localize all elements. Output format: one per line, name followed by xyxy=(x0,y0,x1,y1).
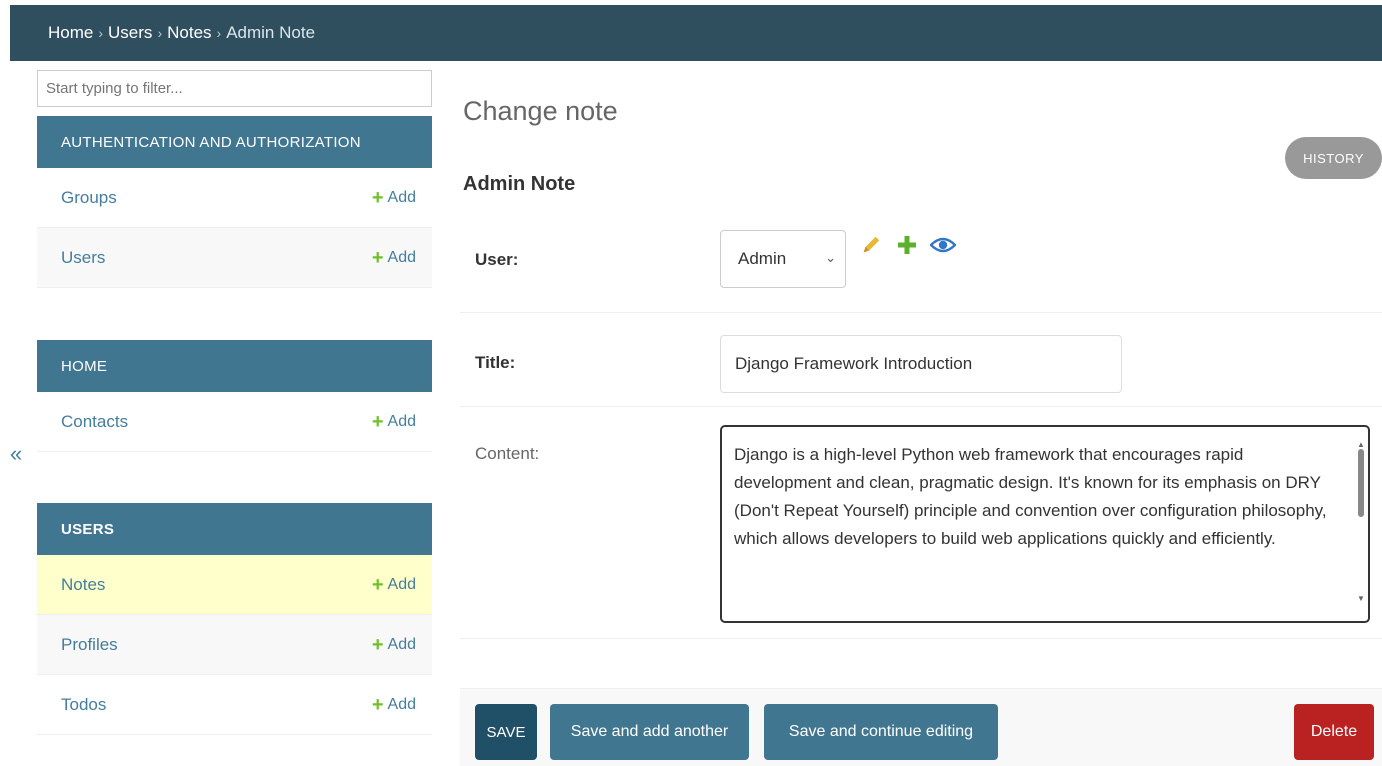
scrollbar-thumb[interactable] xyxy=(1358,449,1364,517)
model-link-groups[interactable]: Groups xyxy=(61,188,117,208)
form-row-content: Content: Django is a high-level Python w… xyxy=(460,407,1382,639)
add-profiles-link[interactable]: + Add xyxy=(372,635,416,655)
model-link-notes[interactable]: Notes xyxy=(61,575,105,595)
content-label: Content: xyxy=(475,444,540,463)
save-and-continue-button[interactable]: Save and continue editing xyxy=(764,704,998,760)
title-label: Title: xyxy=(475,353,516,372)
user-select-value: Admin xyxy=(738,249,787,268)
model-link-profiles[interactable]: Profiles xyxy=(61,635,118,655)
model-link-todos[interactable]: Todos xyxy=(61,695,106,715)
content-text: Django is a high-level Python web framew… xyxy=(734,445,1327,548)
delete-button[interactable]: Delete xyxy=(1294,704,1374,760)
breadcrumb-home[interactable]: Home xyxy=(48,23,93,43)
breadcrumb-notes[interactable]: Notes xyxy=(167,23,211,43)
collapse-sidebar-button[interactable]: « xyxy=(10,441,22,467)
eye-icon[interactable] xyxy=(930,232,956,258)
content-textarea[interactable]: Django is a high-level Python web framew… xyxy=(720,425,1370,623)
plus-icon: + xyxy=(371,693,384,716)
breadcrumb: Home › Users › Notes › Admin Note xyxy=(10,5,1382,61)
textarea-scrollbar[interactable]: ▲ ▼ xyxy=(1356,431,1366,619)
model-link-users[interactable]: Users xyxy=(61,248,105,268)
sidebar-item-notes: Notes + Add xyxy=(37,555,432,615)
chevron-down-icon: ⌄ xyxy=(825,250,836,265)
sidebar-item-todos: Todos + Add xyxy=(37,675,432,735)
add-contacts-link[interactable]: + Add xyxy=(372,412,416,432)
add-label: Add xyxy=(387,248,416,266)
sidebar-item-groups: Groups + Add xyxy=(37,168,432,228)
add-label: Add xyxy=(387,695,416,713)
save-button[interactable]: SAVE xyxy=(475,704,537,760)
plus-icon: + xyxy=(371,410,384,433)
breadcrumb-separator: › xyxy=(216,25,222,41)
breadcrumb-separator: › xyxy=(157,25,163,41)
add-label: Add xyxy=(387,412,416,430)
save-and-add-another-button[interactable]: Save and add another xyxy=(550,704,749,760)
module-header-home[interactable]: HOME xyxy=(37,340,432,392)
add-label: Add xyxy=(387,188,416,206)
module-title: HOME xyxy=(61,357,108,375)
add-groups-link[interactable]: + Add xyxy=(372,188,416,208)
page-title: Change note xyxy=(463,96,618,126)
module-title: USERS xyxy=(61,520,115,538)
breadcrumb-separator: › xyxy=(98,25,104,41)
user-select[interactable]: Admin ⌄ xyxy=(720,230,846,288)
title-input[interactable]: Django Framework Introduction xyxy=(720,335,1122,393)
object-title: Admin Note xyxy=(463,173,576,195)
module-header-users[interactable]: USERS xyxy=(37,503,432,555)
add-todos-link[interactable]: + Add xyxy=(372,695,416,715)
sidebar-item-contacts: Contacts + Add xyxy=(37,392,432,452)
add-users-link[interactable]: + Add xyxy=(372,248,416,268)
pencil-icon[interactable] xyxy=(858,232,884,258)
module-header-auth[interactable]: AUTHENTICATION AND AUTHORIZATION xyxy=(37,116,432,168)
add-notes-link[interactable]: + Add xyxy=(372,575,416,595)
sidebar-item-users: Users + Add xyxy=(37,228,432,288)
sidebar: AUTHENTICATION AND AUTHORIZATION Groups … xyxy=(37,70,432,766)
model-link-contacts[interactable]: Contacts xyxy=(61,412,128,432)
module-title: AUTHENTICATION AND AUTHORIZATION xyxy=(61,133,361,151)
sidebar-item-profiles: Profiles + Add xyxy=(37,615,432,675)
plus-icon: + xyxy=(371,186,384,209)
plus-icon: + xyxy=(371,633,384,656)
breadcrumb-users[interactable]: Users xyxy=(108,23,152,43)
form-row-title: Title: Django Framework Introduction xyxy=(460,313,1382,407)
form-row-user: User: Admin ⌄ xyxy=(460,212,1382,313)
plus-icon: + xyxy=(371,573,384,596)
add-label: Add xyxy=(387,575,416,593)
submit-row: SAVE Save and add another Save and conti… xyxy=(460,688,1382,766)
user-label: User: xyxy=(475,250,519,269)
add-label: Add xyxy=(387,635,416,653)
related-widget-actions xyxy=(858,232,956,258)
sidebar-filter-input[interactable] xyxy=(37,70,432,107)
plus-icon[interactable] xyxy=(894,232,920,258)
plus-icon: + xyxy=(371,246,384,269)
breadcrumb-current: Admin Note xyxy=(226,23,316,42)
history-button[interactable]: HISTORY xyxy=(1285,137,1382,179)
scroll-down-icon: ▼ xyxy=(1357,594,1365,603)
